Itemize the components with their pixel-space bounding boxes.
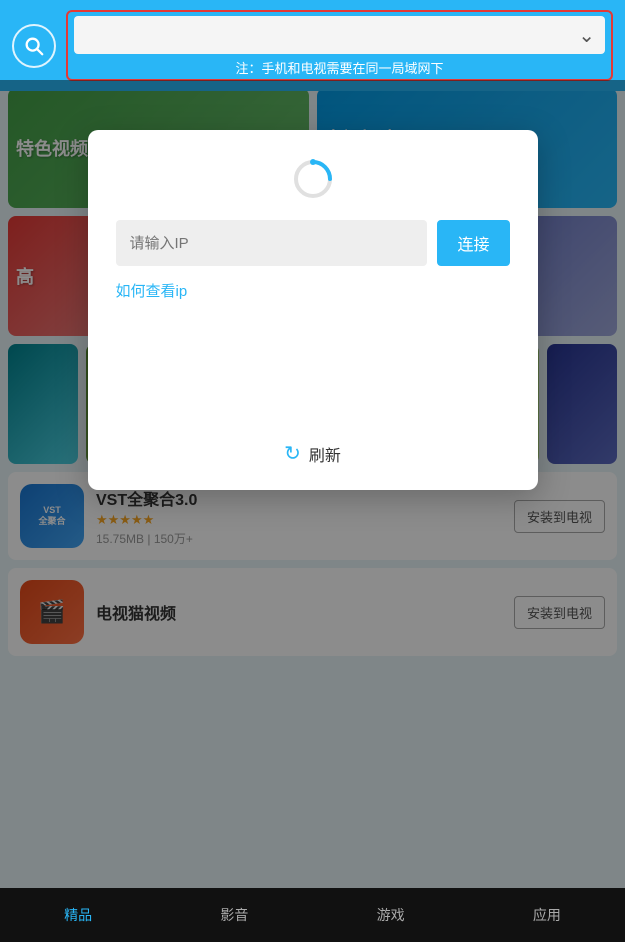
connect-modal: 连接 如何查看ip ↻ 刷新 xyxy=(88,130,538,490)
nav-item-featured[interactable]: 精品 xyxy=(0,888,156,942)
header-note: 注：手机和电视需要在同一局域网下 xyxy=(74,58,605,77)
refresh-icon: ↻ xyxy=(284,441,301,466)
refresh-label: 刷新 xyxy=(309,442,341,466)
dropdown-wrap: ⌄ 注：手机和电视需要在同一局域网下 xyxy=(66,10,613,81)
header-bar: ⌄ 注：手机和电视需要在同一局域网下 xyxy=(0,0,625,91)
how-to-link[interactable]: 如何查看ip xyxy=(116,280,510,301)
modal-overlay: 连接 如何查看ip ↻ 刷新 xyxy=(0,80,625,888)
search-icon[interactable] xyxy=(12,24,56,68)
nav-item-video[interactable]: 影音 xyxy=(156,888,312,942)
connect-button[interactable]: 连接 xyxy=(437,220,509,266)
spinner xyxy=(292,158,334,200)
bottom-nav: 精品 影音 游戏 应用 xyxy=(0,888,625,942)
ip-input[interactable] xyxy=(116,220,428,266)
nav-item-games[interactable]: 游戏 xyxy=(313,888,469,942)
dropdown-field[interactable]: ⌄ xyxy=(74,16,605,54)
nav-item-apps[interactable]: 应用 xyxy=(469,888,625,942)
refresh-row[interactable]: ↻ 刷新 xyxy=(116,441,510,466)
ip-input-row: 连接 xyxy=(116,220,510,266)
modal-header xyxy=(116,158,510,200)
device-list-area xyxy=(116,311,510,431)
chevron-down-icon: ⌄ xyxy=(578,23,595,48)
